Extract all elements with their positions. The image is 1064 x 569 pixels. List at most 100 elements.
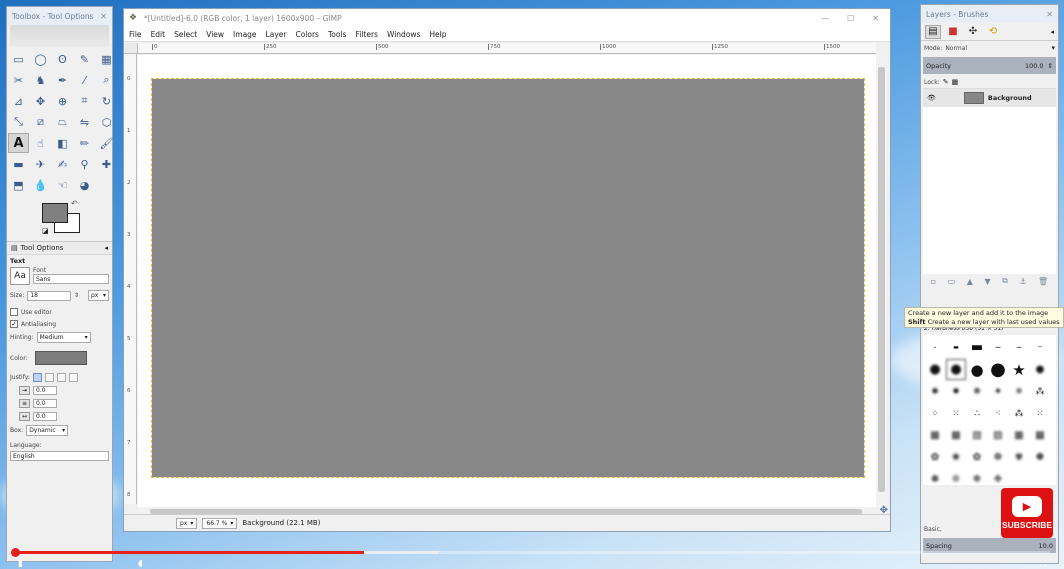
brush-item[interactable]: • (925, 337, 945, 358)
maximize-icon[interactable]: ☐ (847, 14, 854, 23)
perspective-clone-icon[interactable]: ⬒ (8, 175, 29, 195)
video-scrubber-handle[interactable] (11, 548, 20, 557)
unit-select[interactable]: px ▾ (176, 517, 198, 529)
brush-item[interactable]: ✿ (925, 447, 945, 468)
menu-select[interactable]: Select (174, 30, 197, 39)
blur-icon[interactable]: 💧 (30, 175, 51, 195)
new-group-icon[interactable]: ▭ (948, 277, 956, 286)
brush-item[interactable]: ❉ (988, 469, 1008, 490)
brush-item[interactable]: ▩ (946, 425, 966, 446)
lower-layer-icon[interactable]: ▼ (984, 277, 990, 286)
brush-item[interactable]: ▩ (1030, 425, 1050, 446)
select-by-color-icon[interactable]: ▦ (96, 49, 117, 69)
brush-item[interactable]: ● (967, 359, 987, 380)
eraser-icon[interactable]: ▬ (8, 154, 29, 174)
tab-paths[interactable]: ✣ (965, 25, 981, 39)
measure-icon[interactable]: ⊿ (8, 91, 29, 111)
lock-pixels-icon[interactable]: ✎ (943, 78, 949, 86)
tool-options-tab[interactable]: ▤ Tool Options ◂ (7, 241, 112, 255)
warp-icon[interactable]: ☝ (30, 133, 51, 153)
brush-item[interactable]: ─ (1030, 337, 1050, 358)
brush-tag-field[interactable]: Basic, (924, 526, 942, 533)
delete-layer-icon[interactable]: 🗑 (1038, 277, 1048, 286)
color-picker-icon[interactable]: ⁄ (74, 70, 95, 90)
brush-item[interactable]: ✽ (1030, 447, 1050, 468)
justify-right-button[interactable] (44, 373, 54, 382)
close-icon[interactable]: ✕ (1046, 10, 1053, 19)
scissors-select-icon[interactable]: ✂ (8, 70, 29, 90)
free-select-icon[interactable]: ʘ (52, 49, 73, 69)
brush-item[interactable]: ● (988, 359, 1008, 380)
size-stepper-icon[interactable]: ⇕ (74, 292, 79, 299)
brush-item[interactable]: ❀ (946, 447, 966, 468)
brush-item-selected[interactable]: ● (946, 359, 966, 380)
menu-colors[interactable]: Colors (295, 30, 319, 39)
menu-edit[interactable]: Edit (151, 30, 166, 39)
layer-row[interactable]: 👁 Background (923, 89, 1056, 107)
brush-item[interactable]: ● (1030, 359, 1050, 380)
perspective-icon[interactable]: ⏢ (52, 112, 73, 132)
brush-item[interactable]: ✹ (946, 381, 966, 402)
paths-icon[interactable]: ✒ (52, 70, 73, 90)
chevron-down-icon[interactable]: ▾ (1051, 44, 1055, 52)
fuzzy-select-icon[interactable]: ✎ (74, 49, 95, 69)
ellipse-select-icon[interactable]: ◯ (30, 49, 51, 69)
canvas-area[interactable] (138, 55, 876, 507)
close-icon[interactable]: ✕ (100, 12, 107, 21)
justify-fill-button[interactable] (68, 373, 78, 382)
foreground-color-swatch[interactable] (42, 203, 68, 223)
vertical-ruler[interactable]: 0 1 2 3 4 5 6 7 8 (124, 54, 137, 504)
justify-center-button[interactable] (56, 373, 66, 382)
blend-icon[interactable]: ◧ (52, 133, 73, 153)
text-icon[interactable]: A (8, 133, 29, 153)
ink-icon[interactable]: ✍ (52, 154, 73, 174)
brush-item[interactable]: ─ (1009, 337, 1029, 358)
vertical-scrollbar[interactable] (876, 55, 888, 507)
subscribe-button[interactable]: ▶ SUBSCRIBE (1001, 488, 1053, 538)
eye-icon[interactable]: 👁 (927, 94, 936, 102)
language-input[interactable]: English (10, 451, 109, 461)
font-preview-button[interactable]: Aa (10, 267, 30, 285)
minimize-icon[interactable]: — (821, 14, 829, 23)
scroll-thumb[interactable] (878, 67, 885, 492)
lock-alpha-icon[interactable]: ▩ (952, 78, 959, 86)
pencil-icon[interactable]: ✏ (74, 133, 95, 153)
brush-item[interactable]: ✵ (1009, 381, 1029, 402)
brush-item[interactable]: ▨ (988, 425, 1008, 446)
brush-item[interactable]: ⁂ (1009, 403, 1029, 424)
tab-menu-icon[interactable]: ◂ (1050, 28, 1054, 36)
swap-colors-icon[interactable]: ↶ (71, 199, 78, 208)
brush-item[interactable]: ⁂ (1030, 381, 1050, 402)
default-colors-icon[interactable]: ◪ (42, 227, 49, 235)
crop-icon[interactable]: ⌗ (74, 91, 95, 111)
rotate-icon[interactable]: ↻ (96, 91, 117, 111)
paintbrush-icon[interactable]: 🖌 (96, 133, 117, 153)
brush-item[interactable]: ▬ (946, 337, 966, 358)
image-titlebar[interactable]: ❖ *[Untitled]-6.0 (RGB color, 1 layer) 1… (124, 9, 890, 28)
quick-mask-toggle[interactable] (124, 43, 138, 54)
flip-icon[interactable]: ⇋ (74, 112, 95, 132)
image-canvas[interactable] (151, 78, 865, 478)
brush-item[interactable]: ⁙ (946, 403, 966, 424)
tab-undo[interactable]: ⟲ (985, 25, 1001, 39)
rect-select-icon[interactable]: ▭ (8, 49, 29, 69)
brush-item[interactable]: ✾ (1009, 447, 1029, 468)
horizontal-ruler[interactable]: 0 250 500 750 1000 1250 1500 (138, 43, 876, 54)
tab-menu-icon[interactable]: ◂ (104, 244, 108, 252)
play-icon[interactable]: ▮ (18, 559, 23, 569)
mode-value[interactable]: Normal (945, 45, 967, 52)
menu-layer[interactable]: Layer (266, 30, 287, 39)
font-input[interactable]: Sans (33, 274, 109, 284)
brush-item[interactable]: ✷ (988, 381, 1008, 402)
brush-item[interactable]: ─ (988, 337, 1008, 358)
box-select[interactable]: Dynamic ▾ (26, 425, 69, 436)
brush-item[interactable]: ❃ (925, 469, 945, 490)
brush-item[interactable]: ★ (1009, 359, 1029, 380)
stepper-icon[interactable]: ⇕ (1048, 62, 1053, 70)
close-icon[interactable]: ✕ (872, 14, 879, 23)
menu-file[interactable]: File (129, 30, 142, 39)
menu-help[interactable]: Help (429, 30, 446, 39)
clone-icon[interactable]: ⚲ (74, 154, 95, 174)
move-icon[interactable]: ✥ (30, 91, 51, 111)
brush-item[interactable]: ❋ (967, 381, 987, 402)
